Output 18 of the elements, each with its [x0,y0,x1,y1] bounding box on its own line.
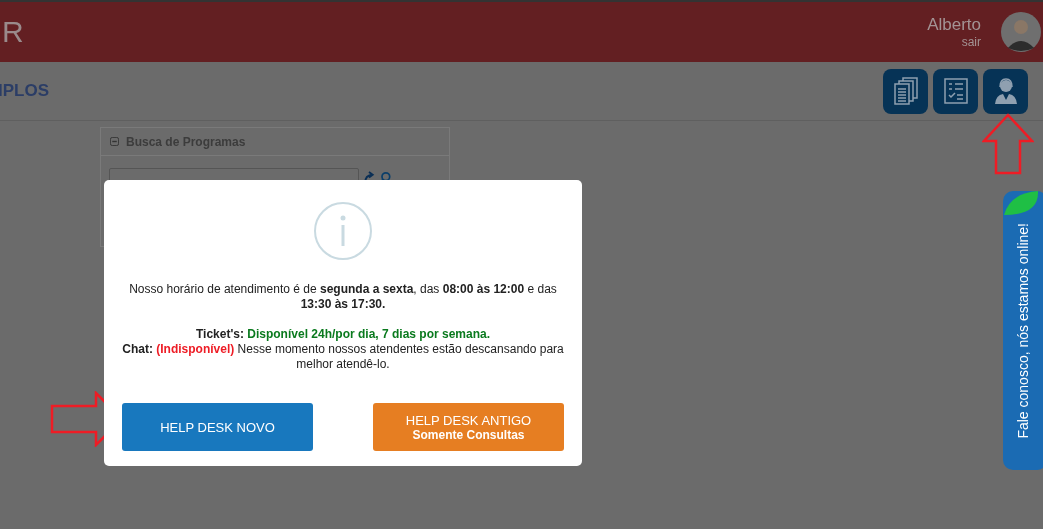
annotation-arrow [982,113,1034,175]
chat-tab[interactable]: Fale conosco, nós estamos online! [1003,191,1043,470]
avatar-icon[interactable] [1001,12,1041,52]
toolbar-button[interactable] [983,68,1028,114]
toolbar-button[interactable] [883,68,928,114]
logo: R [2,15,25,49]
notice-text: Nosso horário de atendimento é de segunda a sexta, das 08:00 às 12:00 e das 13:30 às 17:30. [128,282,558,312]
online-indicator-icon [1004,191,1038,215]
collapse-icon[interactable] [110,137,119,146]
info-icon [313,201,373,261]
notice-text: Ticket's: Disponível 24h/por dia, 7 dias por semana. [194,327,492,342]
help-desk-button[interactable]: HELP DESK NOVO [122,403,313,451]
help-desk-button[interactable]: HELP DESK ANTIGO Somente Consultas [373,403,564,451]
notice-text: Chat: (Indisponível) Nesse momento nossos atendentes estão descansando para melhor atendê-lo. [122,342,564,372]
page-title: IPLOS [0,81,49,101]
logout-link[interactable]: sair [961,35,981,49]
toolbar-button[interactable] [933,68,978,114]
user-name: Alberto [927,15,981,35]
